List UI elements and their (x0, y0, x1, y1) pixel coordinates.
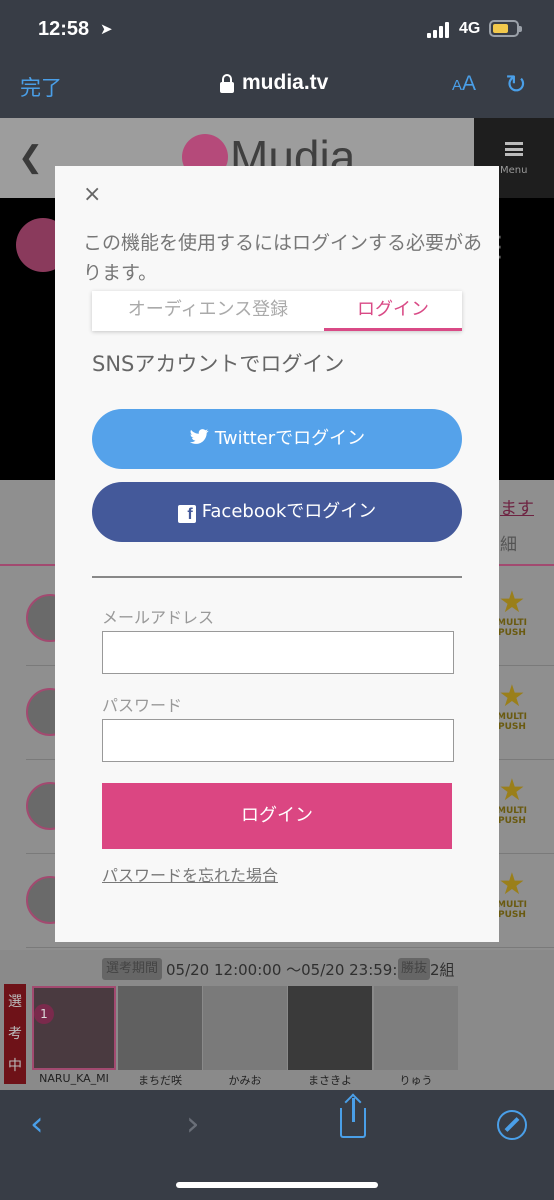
url-text[interactable]: mudia.tv (242, 71, 328, 95)
candidate-item[interactable]: りゅう (374, 986, 458, 1087)
section-divider (92, 576, 462, 578)
home-indicator[interactable] (176, 1182, 378, 1188)
candidate-item[interactable]: まちだ咲 (118, 986, 202, 1087)
location-arrow-icon: ➤ (100, 20, 113, 38)
status-bar: 12:58 ➤ 4G (0, 0, 554, 60)
tab-login[interactable]: ログイン (324, 291, 462, 331)
candidate-name: まさきよ (308, 1074, 352, 1087)
multi-push-badge: ★ MULTI PUSH (494, 870, 530, 930)
winners-value: 2組 (430, 961, 455, 979)
candidate-name: かみお (228, 1074, 262, 1087)
candidate-name: NARU_KA_MI (39, 1072, 109, 1085)
selection-period-label: 選考期間 (102, 958, 163, 980)
candidate-thumbnail (118, 986, 202, 1070)
winners-label: 勝抜 (398, 958, 431, 980)
star-icon: ★ (498, 867, 526, 902)
done-button[interactable]: 完了 (20, 72, 62, 102)
login-button[interactable]: ログイン (102, 783, 452, 849)
candidate-strip: 選考期間 05/20 12:00:00 〜05/20 23:59:59 勝抜 2… (0, 950, 554, 1090)
multi-push-badge: ★ MULTI PUSH (494, 776, 530, 836)
star-icon: ★ (498, 585, 526, 620)
candidate-thumbnail (374, 986, 458, 1070)
twitter-login-label: Twitterでログイン (214, 428, 366, 449)
selection-status-label: 選考中 (4, 984, 26, 1084)
rank-badge: 1 (34, 1004, 54, 1024)
hamburger-icon (505, 142, 523, 156)
candidate-thumbnail (288, 986, 372, 1070)
star-icon: ★ (498, 773, 526, 808)
network-type: 4G (459, 20, 481, 37)
browser-toolbar: ‹ › (0, 1090, 554, 1200)
twitter-icon (189, 429, 209, 444)
candidate-item[interactable]: かみお (203, 986, 287, 1087)
tab-audience-register[interactable]: オーディエンス登録 (92, 291, 324, 331)
text-size-button[interactable]: AA (452, 72, 476, 96)
background-tab[interactable]: 細 (500, 530, 517, 555)
password-label: パスワード (102, 696, 183, 715)
browser-address-bar: 完了 mudia.tv AA ↻ (0, 60, 554, 118)
share-icon[interactable] (340, 1098, 366, 1138)
candidate-item[interactable]: まさきよ (288, 986, 372, 1087)
battery-icon (489, 20, 522, 37)
twitter-login-button[interactable]: Twitterでログイン (92, 409, 462, 469)
password-field[interactable] (102, 719, 454, 762)
background-link[interactable]: ます (500, 494, 534, 519)
back-icon[interactable]: ‹ (30, 1104, 44, 1144)
multi-push-badge: ★ MULTI PUSH (494, 588, 530, 648)
candidate-thumbnail (203, 986, 287, 1070)
selection-period-value: 05/20 12:00:00 〜05/20 23:59:59 (166, 961, 417, 979)
signal-strength-icon (427, 22, 453, 38)
forgot-password-link[interactable]: パスワードを忘れた場合 (102, 862, 278, 886)
candidate-name: まちだ咲 (138, 1074, 182, 1087)
reload-icon[interactable]: ↻ (505, 72, 527, 98)
auth-tabs: オーディエンス登録 ログイン (92, 291, 462, 331)
facebook-icon: f (177, 505, 196, 523)
candidate-name: りゅう (399, 1074, 433, 1087)
facebook-login-label: Facebookでログイン (201, 501, 377, 522)
sns-login-heading: SNSアカウントでログイン (92, 352, 345, 376)
email-label: メールアドレス (102, 608, 215, 627)
forward-icon[interactable]: › (186, 1104, 200, 1144)
compass-icon[interactable] (497, 1110, 527, 1140)
back-chevron-icon[interactable]: ❮ (18, 140, 43, 175)
facebook-login-button[interactable]: f Facebookでログイン (92, 482, 462, 542)
multi-push-badge: ★ MULTI PUSH (494, 682, 530, 742)
close-icon[interactable]: × (83, 182, 101, 207)
login-modal: × この機能を使用するにはログインする必要があります。 オーディエンス登録 ログ… (55, 166, 499, 942)
star-icon: ★ (498, 679, 526, 714)
login-required-message: この機能を使用するにはログインする必要があります。 (83, 232, 483, 284)
status-time: 12:58 (38, 18, 90, 40)
candidate-thumbnail (32, 986, 116, 1070)
email-field[interactable] (102, 631, 454, 674)
lock-icon (220, 74, 234, 94)
menu-label: Menu (500, 165, 528, 176)
candidate-item[interactable]: 1 NARU_KA_MI (32, 986, 116, 1086)
